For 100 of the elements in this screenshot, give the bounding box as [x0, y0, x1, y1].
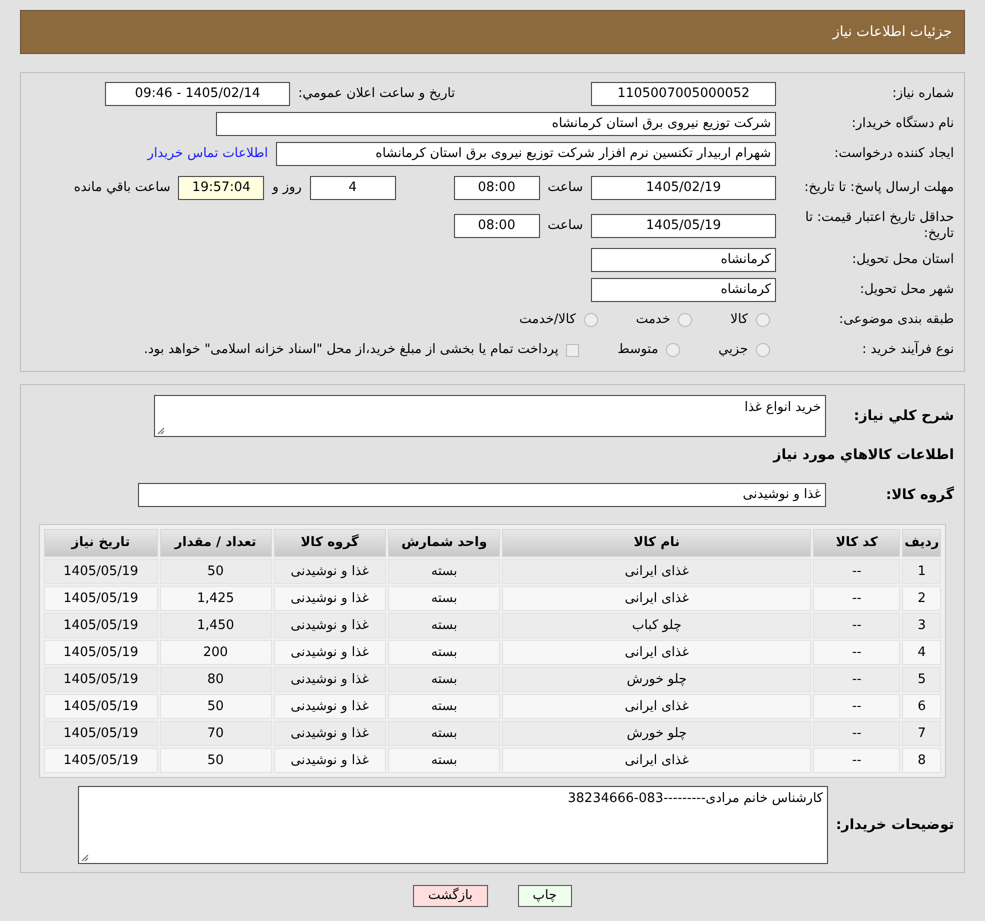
print-button[interactable]: چاپ: [518, 885, 572, 907]
table-cell: --: [813, 613, 900, 638]
radio-button[interactable]: [584, 313, 598, 327]
table-cell: غذا و نوشیدنی: [274, 613, 386, 638]
table-cell: 3: [902, 613, 941, 638]
column-header: نام کالا: [502, 529, 812, 557]
field-label: روز و: [272, 179, 302, 198]
page-title: جزئیات اطلاعات نیاز: [832, 22, 952, 42]
input-field[interactable]: شرکت توزیع نیروی برق استان کرمانشاه: [216, 112, 776, 136]
text-area[interactable]: خرید انواع غذا: [154, 395, 826, 437]
table-cell: بسته: [388, 613, 500, 638]
field-label: شهر محل تحویل:: [858, 282, 954, 298]
table-cell: 1405/05/19: [44, 667, 158, 692]
table-cell: 1405/05/19: [44, 640, 158, 665]
column-header: واحد شمارش: [388, 529, 500, 557]
table-cell: غذا و نوشیدنی: [274, 667, 386, 692]
table-cell: 4: [902, 640, 941, 665]
table-cell: 2: [902, 586, 941, 611]
field-label: طبقه بندی موضوعی:: [838, 312, 954, 328]
table-cell: --: [813, 721, 900, 746]
input-field[interactable]: کرمانشاه: [591, 278, 776, 302]
input-field[interactable]: 1405/05/19: [591, 214, 776, 238]
table-cell: 50: [160, 559, 272, 584]
field-label: ایجاد کننده درخواست:: [833, 146, 954, 162]
text-value: کارشناس خانم مرادی---------083-38234666: [568, 791, 823, 806]
table-cell: غذا و نوشیدنی: [274, 640, 386, 665]
table-cell: 1405/05/19: [44, 586, 158, 611]
text-area[interactable]: کارشناس خانم مرادی---------083-38234666: [78, 786, 828, 864]
field-label: شماره نیاز:: [891, 86, 954, 102]
table-cell: غذای ایرانی: [502, 640, 812, 665]
table-cell: 8: [902, 748, 941, 773]
table-cell: غذا و نوشیدنی: [274, 586, 386, 611]
table-cell: --: [813, 667, 900, 692]
column-header: رديف: [902, 529, 941, 557]
section-title: اطلاعات كالاهاي مورد نياز: [772, 446, 954, 465]
table-cell: 50: [160, 748, 272, 773]
table-cell: غذا و نوشیدنی: [274, 559, 386, 584]
input-field[interactable]: 1105007005000052: [591, 82, 776, 106]
table-cell: 1405/05/19: [44, 721, 158, 746]
field-label: تاريخ و ساعت اعلان عمومي:: [298, 85, 455, 104]
table-cell: 200: [160, 640, 272, 665]
radio-button[interactable]: [756, 313, 770, 327]
table-cell: بسته: [388, 640, 500, 665]
table-cell: 6: [902, 694, 941, 719]
field-label: ساعت باقي مانده: [74, 179, 170, 198]
column-header: تعداد / مقدار: [160, 529, 272, 557]
timer-field[interactable]: 19:57:04: [178, 176, 264, 200]
table-cell: غذای ایرانی: [502, 559, 812, 584]
table-cell: غذا و نوشیدنی: [274, 694, 386, 719]
table-cell: غذای ایرانی: [502, 586, 812, 611]
input-field[interactable]: 1405/02/14 - 09:46: [105, 82, 290, 106]
radio-label: جزيي: [718, 341, 748, 360]
input-field[interactable]: 1405/02/19: [591, 176, 776, 200]
table-cell: 1,425: [160, 586, 272, 611]
table-cell: 70: [160, 721, 272, 746]
text-value: خرید انواع غذا: [744, 400, 821, 415]
input-field[interactable]: 4: [310, 176, 396, 200]
input-field[interactable]: 08:00: [454, 214, 540, 238]
input-field[interactable]: شهرام اربیدار تکنسین نرم افزار شرکت توزیع نیروی برق استان کرمانشاه: [276, 142, 776, 166]
resize-grip-icon[interactable]: [81, 854, 89, 862]
table-cell: بسته: [388, 721, 500, 746]
table-cell: --: [813, 694, 900, 719]
table-cell: غذا و نوشیدنی: [274, 748, 386, 773]
radio-button[interactable]: [678, 313, 692, 327]
field-label: توضیحات خریدار:: [836, 816, 954, 834]
column-header: کد کالا: [813, 529, 900, 557]
table-cell: بسته: [388, 694, 500, 719]
field-label: حداقل تاریخ اعتبار قیمت: تا تاریخ:: [804, 210, 954, 242]
table-cell: 1,450: [160, 613, 272, 638]
input-field[interactable]: کرمانشاه: [591, 248, 776, 272]
field-label: ساعت: [548, 179, 583, 198]
checkbox[interactable]: [566, 344, 580, 356]
field-label: استان محل تحویل:: [851, 252, 954, 268]
table-cell: --: [813, 748, 900, 773]
input-field[interactable]: 08:00: [454, 176, 540, 200]
table-cell: 1405/05/19: [44, 748, 158, 773]
field-label: نام دستگاه خریدار:: [850, 116, 954, 132]
table-cell: 7: [902, 721, 941, 746]
table-cell: چلو خورش: [502, 721, 812, 746]
table-cell: غذای ایرانی: [502, 694, 812, 719]
table-cell: بسته: [388, 748, 500, 773]
table-cell: 1405/05/19: [44, 613, 158, 638]
resize-grip-icon[interactable]: [157, 427, 165, 435]
radio-label: کالا: [730, 311, 748, 330]
table-cell: بسته: [388, 667, 500, 692]
input-field[interactable]: غذا و نوشیدنی: [138, 483, 826, 507]
table-cell: 50: [160, 694, 272, 719]
radio-button[interactable]: [666, 343, 680, 357]
radio-label: متوسط: [617, 341, 658, 360]
table-cell: 1405/05/19: [44, 559, 158, 584]
field-label: شرح كلي نياز:: [852, 406, 954, 426]
back-button[interactable]: بازگشت: [413, 885, 488, 907]
table-cell: 80: [160, 667, 272, 692]
contact-link[interactable]: اطلاعات تماس خریدار: [148, 144, 268, 164]
radio-button[interactable]: [756, 343, 770, 357]
radio-label: کالا/خدمت: [519, 311, 576, 330]
table-cell: بسته: [388, 559, 500, 584]
table-cell: غذا و نوشیدنی: [274, 721, 386, 746]
field-label: گروه کالا:: [884, 485, 954, 504]
table-cell: چلو خورش: [502, 667, 812, 692]
